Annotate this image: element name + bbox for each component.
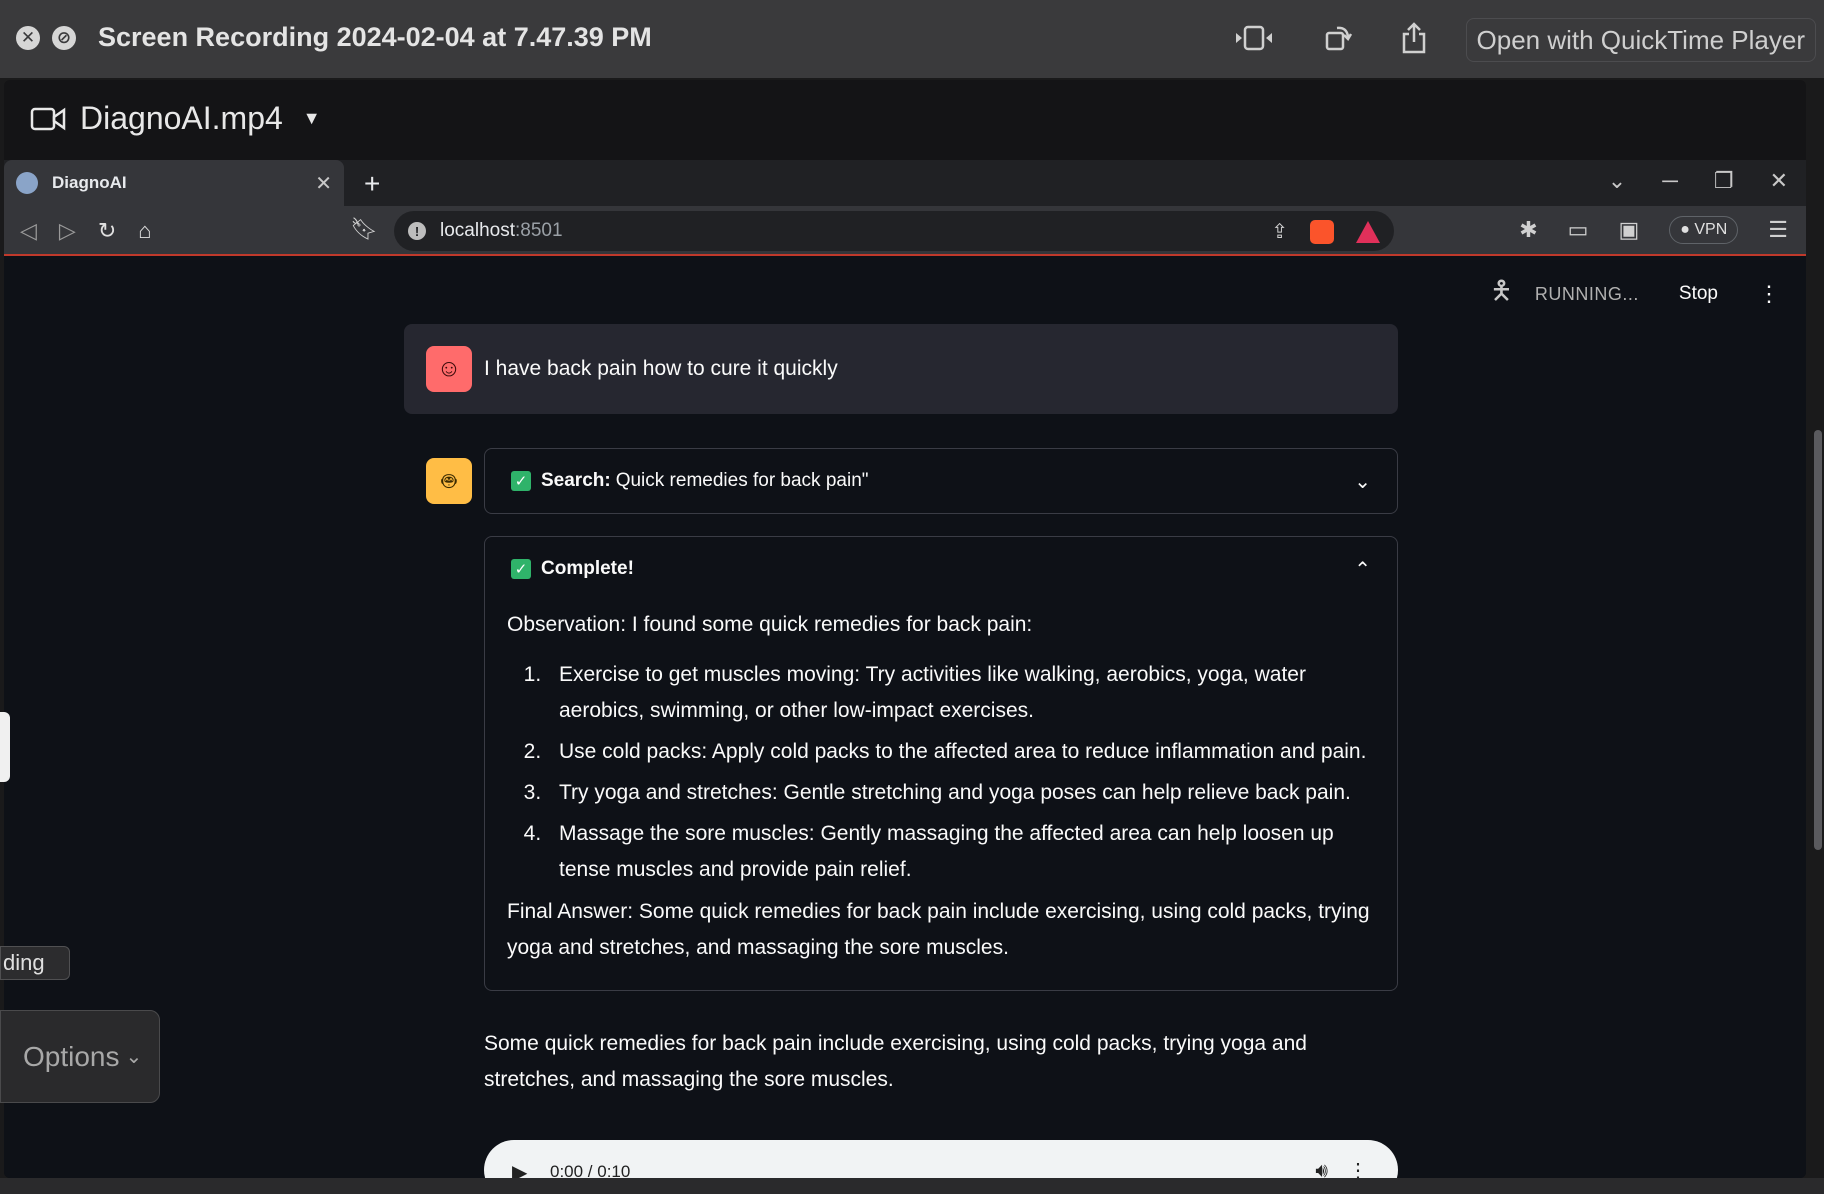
list-item: Use cold packs: Apply cold packs to the … (547, 734, 1373, 770)
brave-rewards-icon[interactable] (1356, 220, 1380, 243)
bot-avatar-icon: 🤖︎ (426, 458, 472, 504)
robot-favicon-icon (16, 172, 38, 194)
share-icon[interactable] (1394, 20, 1434, 56)
toolbar-right: ✱ ▭ ▣ ● VPN ☰ (1519, 216, 1788, 244)
nav-buttons: ◁ ▷ ↻ ⌂ (20, 218, 152, 244)
assistant-answer: Some quick remedies for back pain includ… (484, 1032, 1307, 1091)
tab-close-icon[interactable]: ✕ (315, 171, 332, 196)
run-status: 🯅 RUNNING... Stop ⋮ (1490, 272, 1780, 316)
video-camera-icon (30, 107, 66, 130)
wallet-icon[interactable]: ▣ (1618, 217, 1639, 243)
chevron-down-icon: ⌄ (125, 1046, 143, 1068)
file-name: DiagnoAI.mp4 (80, 100, 283, 136)
file-title-row[interactable]: DiagnoAI.mp4 ▼ (30, 100, 321, 137)
audio-player[interactable]: ▶ 0:00 / 0:10 🔊︎ ⋮ (484, 1140, 1398, 1178)
close-icon[interactable]: ✕ (16, 25, 40, 50)
browser-toolbar: ◁ ▷ ↻ ⌂ 🔖︎ ! localhost:8501 ⇪ ✱ ▭ ▣ ● VP… (4, 206, 1806, 256)
main-menu-icon[interactable]: ⋮ (1758, 281, 1780, 307)
running-person-icon: 🯅 (1490, 275, 1513, 305)
tab-strip: DiagnoAI ✕ + ⌄ ─ ❐ ✕ (4, 160, 1806, 206)
user-message-text: I have back pain how to cure it quickly (484, 357, 838, 380)
disable-icon[interactable]: ⊘ (52, 25, 76, 50)
check-icon: ✓ (511, 559, 531, 579)
vpn-button[interactable]: ● VPN (1669, 216, 1739, 244)
home-icon[interactable]: ⌂ (138, 218, 151, 244)
options-label: Options (23, 1040, 120, 1072)
recording-title: Screen Recording 2024-02-04 at 7.47.39 P… (98, 22, 652, 52)
bottom-strip (0, 1178, 1824, 1194)
forward-icon[interactable]: ▷ (59, 218, 76, 244)
quicktime-titlebar: ✕ ⊘ Screen Recording 2024-02-04 at 7.47.… (0, 0, 1824, 78)
video-player: DiagnoAI.mp4 ▼ DiagnoAI ✕ + ⌄ ─ ❐ ✕ ◁ ▷ … (4, 80, 1806, 1178)
complete-expander-body: Observation: I found some quick remedies… (485, 601, 1397, 990)
share-page-icon[interactable]: ⇪ (1271, 219, 1288, 244)
user-avatar-icon: ☺ (426, 346, 472, 392)
bookmark-icon[interactable]: 🔖︎ (350, 216, 378, 242)
chevron-down-icon[interactable]: ▼ (303, 108, 321, 129)
list-item: Try yoga and stretches: Gentle stretchin… (547, 775, 1373, 811)
rotate-icon[interactable] (1318, 20, 1358, 56)
open-with-quicktime-button[interactable]: Open with QuickTime Player (1465, 18, 1816, 62)
site-info-icon[interactable]: ! (408, 222, 426, 240)
address-bar[interactable]: ! localhost:8501 ⇪ (394, 211, 1394, 251)
complete-label: Complete! (541, 558, 634, 579)
search-expander[interactable]: ✓ Search: Quick remedies for back pain" … (484, 448, 1398, 514)
trim-tool[interactable] (1234, 20, 1274, 56)
tab-search-chevron-icon[interactable]: ⌄ (1608, 168, 1626, 194)
complete-expander-header[interactable]: ✓ Complete! ⌃ (485, 537, 1397, 601)
recording-chip: ding (0, 946, 70, 980)
window-controls: ⌄ ─ ❐ ✕ (1608, 168, 1788, 194)
stop-button[interactable]: Stop (1679, 283, 1718, 305)
url-host: localhost (440, 220, 515, 241)
search-label: Search: (541, 470, 611, 491)
rotate-tool[interactable] (1318, 20, 1358, 56)
chevron-down-icon[interactable]: ⌄ (1354, 469, 1371, 494)
brave-shields-icon[interactable] (1310, 219, 1334, 244)
menu-icon[interactable]: ☰ (1768, 217, 1788, 243)
window-close-icon[interactable]: ✕ (1770, 168, 1788, 194)
running-text: RUNNING... (1534, 283, 1639, 304)
extensions-icon[interactable]: ✱ (1519, 217, 1537, 243)
chevron-up-icon[interactable]: ⌃ (1354, 557, 1371, 582)
list-item: Massage the sore muscles: Gently massagi… (547, 816, 1373, 888)
check-icon: ✓ (511, 471, 531, 491)
more-options-icon[interactable]: ⋮ (1348, 1158, 1368, 1178)
options-button[interactable]: Options ⌄ (0, 1010, 160, 1103)
titlebar-left: ✕ ⊘ Screen Recording 2024-02-04 at 7.47.… (16, 22, 652, 53)
tab-title: DiagnoAI (52, 173, 127, 192)
streamlit-page: 🯅 RUNNING... Stop ⋮ ☺ I have back pain h… (4, 258, 1806, 1178)
search-expander-header[interactable]: ✓ Search: Quick remedies for back pain" … (485, 449, 1397, 513)
complete-expander: ✓ Complete! ⌃ Observation: I found some … (484, 536, 1398, 991)
page-scrollbar[interactable] (1814, 430, 1822, 850)
url-port: :8501 (515, 220, 563, 241)
remedies-list: Exercise to get muscles moving: Try acti… (507, 657, 1373, 888)
reload-icon[interactable]: ↻ (98, 218, 116, 244)
sidebar-icon[interactable]: ▭ (1568, 217, 1589, 243)
vpn-label: VPN (1694, 221, 1728, 238)
share-tool[interactable] (1394, 20, 1434, 56)
list-item: Exercise to get muscles moving: Try acti… (547, 657, 1373, 729)
volume-icon[interactable]: 🔊︎ (1315, 1160, 1328, 1178)
user-chat-message: ☺ I have back pain how to cure it quickl… (404, 324, 1398, 414)
address-bar-actions: ⇪ (1271, 219, 1380, 244)
observation-text: Observation: I found some quick remedies… (507, 613, 1033, 636)
browser-window: DiagnoAI ✕ + ⌄ ─ ❐ ✕ ◁ ▷ ↻ ⌂ 🔖︎ ! localh… (4, 160, 1806, 1178)
back-icon[interactable]: ◁ (20, 218, 37, 244)
trim-icon[interactable] (1234, 20, 1274, 56)
audio-time: 0:00 / 0:10 (550, 1162, 631, 1178)
search-query: Quick remedies for back pain" (615, 470, 869, 491)
final-answer-text: Final Answer: Some quick remedies for ba… (507, 900, 1370, 959)
new-tab-icon[interactable]: + (364, 168, 380, 200)
minimize-icon[interactable]: ─ (1662, 168, 1678, 194)
restore-icon[interactable]: ❐ (1714, 168, 1734, 194)
tab-diagnoai[interactable]: DiagnoAI ✕ (4, 160, 344, 206)
trim-handle[interactable] (0, 712, 10, 782)
play-icon[interactable]: ▶ (512, 1160, 527, 1178)
